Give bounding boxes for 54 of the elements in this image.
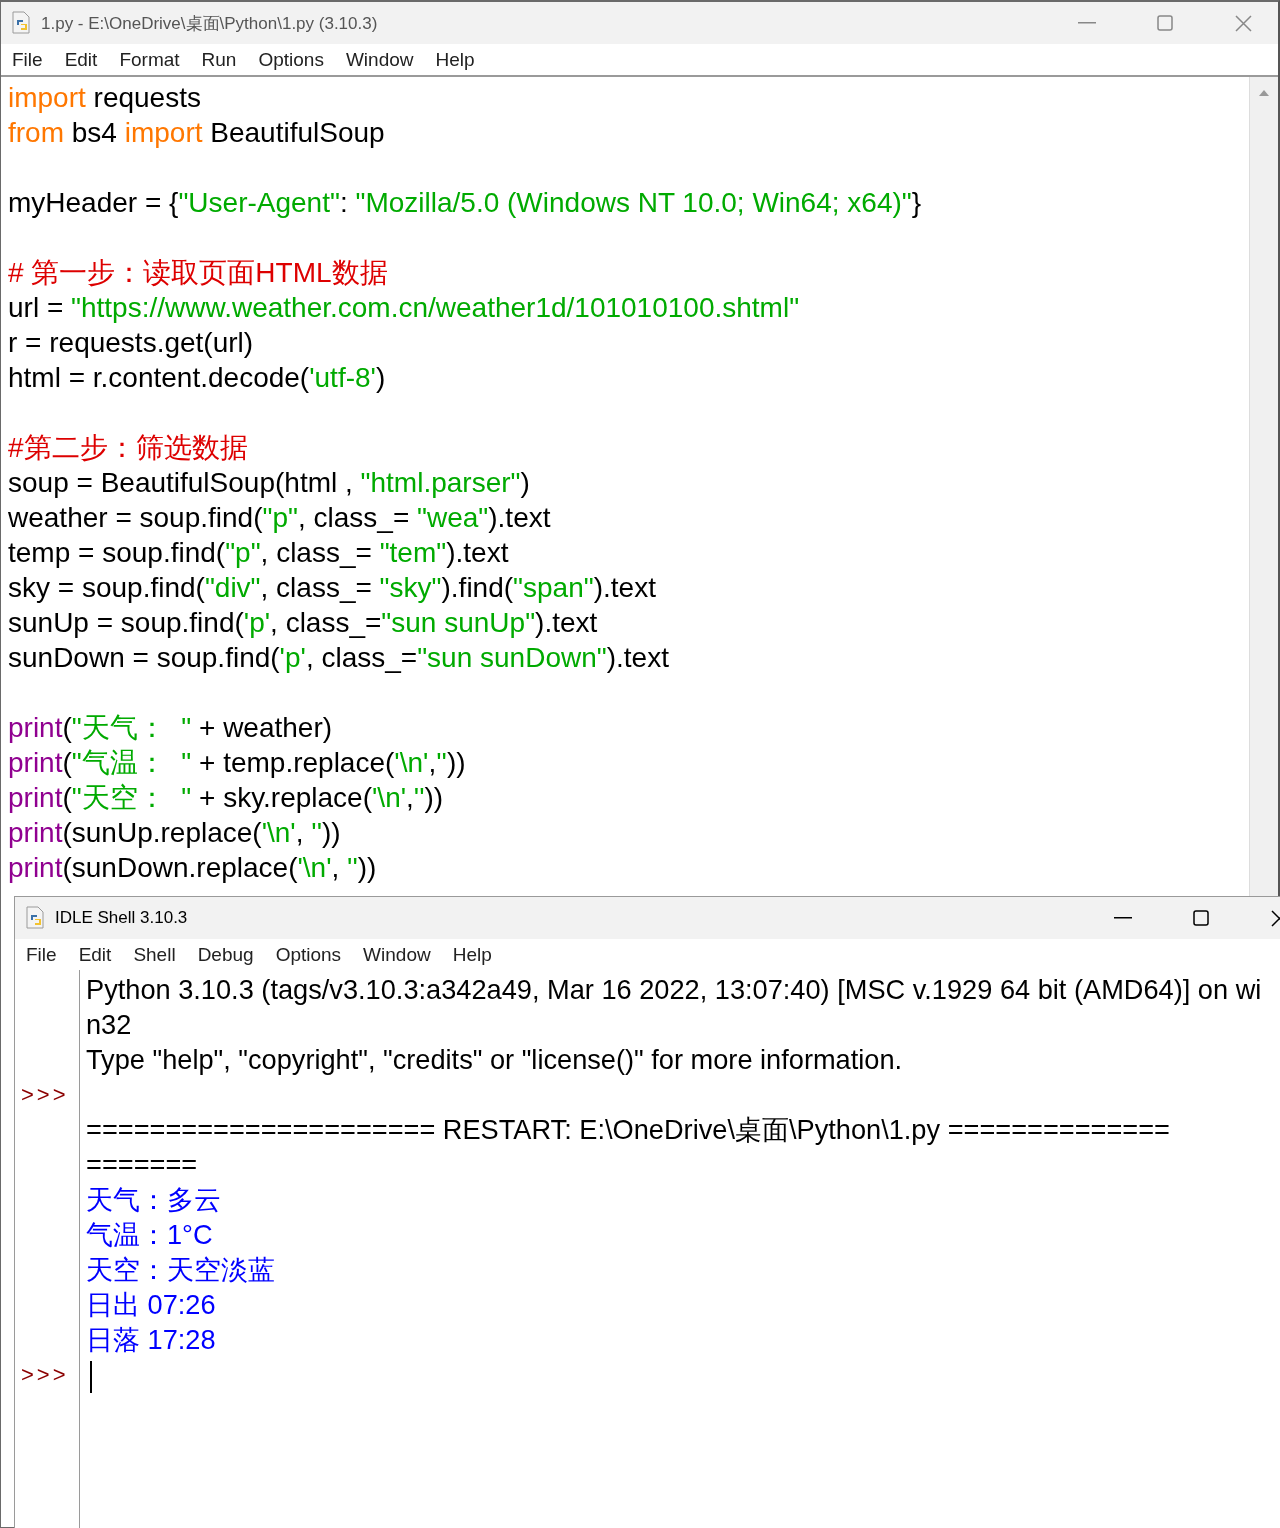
output-line: 气温：1°C [86, 1218, 213, 1252]
menu-item[interactable]: File [15, 943, 68, 966]
python-file-icon [11, 11, 33, 35]
minimize-icon [1078, 22, 1096, 24]
code-line: print(sunUp.replace('\n', '')) [8, 817, 341, 848]
maximize-icon [1157, 15, 1173, 31]
window-title: 1.py - E:\OneDrive\桌面\Python\1.py (3.10.3) [41, 12, 378, 35]
code-line: r = requests.get(url) [8, 327, 254, 358]
code-line: myHeader = {"User-Agent": "Mozilla/5.0 (Windows NT 10.0; Win64; x64)"} [8, 187, 922, 218]
code-line: from bs4 import BeautifulSoup [8, 117, 385, 148]
menu-item[interactable]: Edit [67, 943, 123, 966]
menu-item[interactable]: Debug [186, 943, 265, 966]
prompt: >>> [20, 1081, 70, 1109]
menu-item[interactable]: Run [190, 48, 248, 71]
menu-item[interactable]: Edit [53, 48, 109, 71]
code-comment: # 第一步：读取页面HTML数据 [8, 257, 388, 288]
code-line: sky = soup.find("div", class_= "sky").find("span").text [8, 572, 656, 603]
close-icon [1234, 14, 1252, 32]
maximize-icon [1193, 910, 1209, 926]
output-line: Type "help", "copyright", "credits" or "license()" for more information. [86, 1043, 903, 1077]
code-comment: #第二步：筛选数据 [8, 432, 248, 463]
prompt: >>> [20, 1361, 70, 1389]
output-line: ====================== RESTART: E:\OneDrive\桌面\Python\1.py ============== [86, 1113, 1170, 1147]
output-line: ======= [86, 1148, 198, 1182]
output-line: 日出 07:26 [86, 1288, 216, 1322]
menu-item[interactable]: File [1, 48, 54, 71]
output-line: 天空：天空淡蓝 [86, 1253, 275, 1287]
output-line: 日落 17:28 [86, 1323, 216, 1357]
output-line: n32 [86, 1008, 132, 1042]
code-line: print("天空： " + sky.replace('\n','')) [8, 782, 444, 813]
output-line: 天气：多云 [86, 1183, 221, 1217]
code-line: temp = soup.find("p", class_= "tem").text [8, 537, 509, 568]
output-line: Python 3.10.3 (tags/v3.10.3:a342a49, Mar 16 2022, 13:07:40) [MSC v.1929 64 bit (AMD64)] on wi [86, 973, 1262, 1007]
menu-item[interactable]: Window [352, 943, 442, 966]
code-line: print(sunDown.replace('\n', '')) [8, 852, 377, 883]
python-file-icon [25, 906, 47, 930]
code-line: sunUp = soup.find('p', class_="sun sunUp").text [8, 607, 598, 638]
code-line: import requests [8, 82, 201, 113]
code-line: soup = BeautifulSoup(html , "html.parser") [8, 467, 530, 498]
code-line: html = r.content.decode('utf-8') [8, 362, 386, 393]
code-line: sunDown = soup.find('p', class_="sun sunDown").text [8, 642, 669, 673]
code-line: weather = soup.find("p", class_= "wea").text [8, 502, 551, 533]
menu-item[interactable]: Format [108, 48, 191, 71]
menu-item[interactable]: Window [334, 48, 425, 71]
code-line: url = "https://www.weather.com.cn/weather1d/101010100.shtml" [8, 292, 800, 323]
code-line: print("天气： " + weather) [8, 712, 333, 743]
window-title: IDLE Shell 3.10.3 [55, 908, 188, 928]
menu-item[interactable]: Shell [122, 943, 187, 966]
menu-item[interactable]: Options [264, 943, 353, 966]
menu-item[interactable]: Options [247, 48, 335, 71]
code-line: print("气温： " + temp.replace('\n','')) [8, 747, 466, 778]
menu-item[interactable]: Help [424, 48, 486, 71]
minimize-icon [1114, 917, 1132, 919]
menu-item[interactable]: Help [441, 943, 503, 966]
